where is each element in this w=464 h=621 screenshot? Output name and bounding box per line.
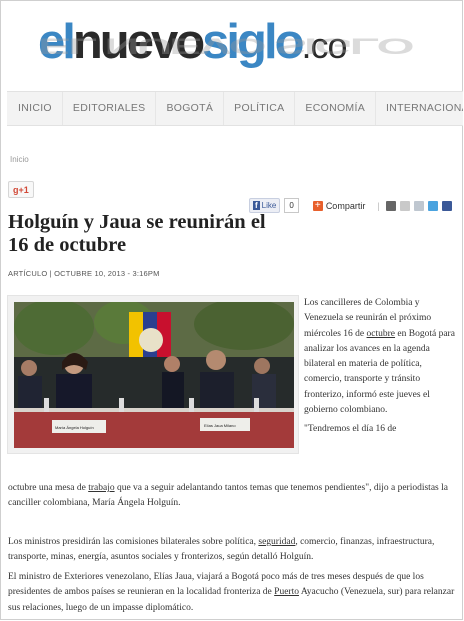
separator: | (377, 200, 380, 211)
article-paragraph-2-start: "Tendremos el día 16 de (304, 424, 397, 435)
twitter-icon[interactable] (427, 200, 438, 211)
share-bar: f Like 0 + Compartir | (249, 198, 452, 213)
link-puerto[interactable]: Puerto (274, 587, 299, 597)
facebook-share-icon[interactable] (441, 200, 452, 211)
article-title: Holguín y Jaua se reunirán el 16 de octu… (8, 211, 266, 256)
link-octubre[interactable]: octubre (367, 329, 396, 339)
google-plus-button[interactable]: g +1 (8, 181, 34, 198)
nav-item-economia[interactable]: ECONOMÍA (295, 92, 376, 125)
nav-item-editoriales[interactable]: EDITORIALES (63, 92, 157, 125)
article-photo[interactable]: María Ángela Holguín Elías Jaua Milano (14, 302, 294, 448)
breadcrumb[interactable]: Inicio (10, 155, 29, 164)
site-logo[interactable]: elnuevosiglo.co EL NUEVO SIGLO (38, 12, 412, 94)
photo-illustration: María Ángela Holguín Elías Jaua Milano (14, 302, 294, 448)
share-button[interactable]: + Compartir (312, 200, 365, 211)
nav-item-politica[interactable]: POLÍTICA (224, 92, 296, 125)
article-paragraph-4: El ministro de Exteriores venezolano, El… (8, 572, 455, 613)
article-paragraph-2: octubre una mesa de trabajo que va a seg… (8, 483, 448, 509)
email-icon[interactable] (413, 200, 424, 211)
article-photo-frame: María Ángela Holguín Elías Jaua Milano (7, 295, 299, 454)
link-trabajo[interactable]: trabajo (88, 483, 114, 493)
facebook-icon: f (253, 201, 260, 210)
article-paragraph-3: Los ministros presidirán las comisiones … (8, 537, 435, 563)
logo-reflection: EL NUEVO SIGLO (38, 33, 412, 58)
link-seguridad[interactable]: seguridad (258, 537, 295, 547)
like-count: 0 (284, 198, 299, 213)
article-paragraph-1: Los cancilleres de Colombia y Venezuela … (304, 296, 456, 438)
nameplate-left: María Ángela Holguín (55, 425, 94, 430)
plus-icon: + (312, 200, 323, 211)
main-nav: INICIO EDITORIALES BOGOTÁ POLÍTICA ECONO… (7, 91, 463, 126)
nav-item-internacionales[interactable]: INTERNACIONALES (376, 92, 463, 125)
pdf-icon[interactable] (399, 200, 410, 211)
nameplate-right: Elías Jaua Milano (204, 423, 236, 428)
nav-item-bogota[interactable]: BOGOTÁ (156, 92, 225, 125)
nav-item-inicio[interactable]: INICIO (7, 92, 63, 125)
print-icon[interactable] (385, 200, 396, 211)
article-meta: ARTÍCULO | OCTUBRE 10, 2013 - 3:16PM (8, 269, 160, 278)
